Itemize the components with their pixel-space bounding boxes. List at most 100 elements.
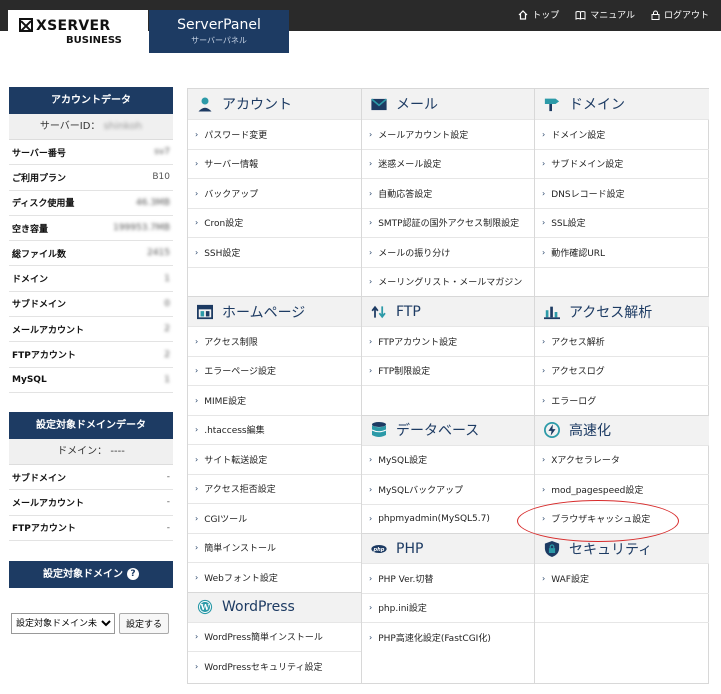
menu-item[interactable]: › アクセス拒否設定 [188, 473, 362, 504]
menu-item[interactable]: › SSH設定 [188, 237, 362, 267]
nav-top-link[interactable]: トップ [518, 8, 559, 21]
menu-item-label: SMTP認証の国外アクセス制限設定 [378, 219, 520, 230]
menu-column-2: メール › メールアカウント設定 › 迷惑メール設定 › 自動応答設定 › SMTP認証の国外ア… [361, 89, 535, 683]
panel-subtitle: サーバーパネル [191, 36, 247, 45]
menu-item[interactable]: › アクセス解析 [535, 326, 709, 356]
chevron-right-icon: › [369, 336, 373, 346]
menu-column-1: アカウント › パスワード変更 › サーバー情報 › バックアップ › Cron設定 › SSH設定… [188, 89, 362, 683]
menu-item[interactable]: › パスワード変更 [188, 119, 362, 149]
menu-item-label: php.ini設定 [378, 604, 427, 615]
nav-logout-link[interactable]: ログアウト [651, 8, 709, 21]
menu-item[interactable]: › PHP Ver.切替 [362, 563, 534, 593]
menu-item[interactable]: › Webフォント設定 [188, 562, 362, 592]
menu-item-label: mod_pagespeed設定 [551, 485, 644, 496]
menu-item[interactable]: › MySQLバックアップ [362, 474, 534, 504]
menu-item[interactable]: › エラーログ [535, 385, 709, 415]
sidebar-row-key: メールアカウント [12, 325, 85, 336]
menu-item-label: アクセス制限 [204, 337, 258, 348]
category-title: アクセス解析 [569, 304, 653, 321]
menu-item-label: アクセス解析 [551, 337, 605, 348]
sidebar-row: FTPアカウント 2 [9, 342, 173, 368]
database-icon [371, 422, 387, 438]
menu-item[interactable]: › サイト転送設定 [188, 444, 362, 474]
category-header: データベース [362, 414, 534, 445]
svg-text:php: php [373, 546, 385, 552]
menu-item-label: Cron設定 [204, 219, 244, 230]
menu-item[interactable]: › アクセスログ [535, 355, 709, 386]
nav-manual-link[interactable]: マニュアル [575, 8, 635, 21]
domain-select-dropdown[interactable]: 設定対象ドメイン未 [11, 613, 115, 634]
menu-item[interactable]: › MIME設定 [188, 385, 362, 415]
menu-item[interactable]: › 簡単インストール [188, 532, 362, 563]
menu-item[interactable]: › 動作確認URL [535, 237, 709, 267]
chevron-right-icon: › [369, 573, 373, 583]
chevron-right-icon: › [542, 455, 546, 465]
menu-item[interactable]: › SSL設定 [535, 207, 709, 238]
sidebar-row-value: 2 [164, 324, 170, 335]
menu-item[interactable]: › MySQL設定 [362, 444, 534, 475]
menu-item[interactable]: › php.ini設定 [362, 592, 534, 623]
chevron-right-icon: › [369, 603, 373, 613]
lock-icon [651, 10, 660, 20]
menu-item[interactable]: › phpmyadmin(MySQL5.7) [362, 503, 534, 534]
menu-item[interactable]: › WAF設定 [535, 563, 709, 593]
menu-item[interactable]: › バックアップ [188, 178, 362, 208]
menu-item[interactable]: › 自動応答設定 [362, 178, 534, 208]
menu-item-label: 動作確認URL [551, 248, 606, 259]
sidebar-row: サブドメイン - [9, 465, 173, 491]
set-domain-button[interactable]: 設定する [119, 613, 170, 634]
menu-item[interactable]: › Cron設定 [188, 207, 362, 238]
menu-item[interactable]: › Xアクセラレータ [535, 444, 709, 475]
menu-item-label: Xアクセラレータ [551, 456, 620, 467]
menu-item-label: パスワード変更 [204, 130, 268, 141]
sidebar-row-key: 空き容量 [12, 224, 49, 235]
menu-item[interactable]: › メーリングリスト・メールマガジン [362, 266, 534, 297]
menu-item[interactable]: › メールアカウント設定 [362, 119, 534, 149]
menu-item-label: サブドメイン設定 [551, 160, 624, 171]
sidebar-row: サブドメイン 0 [9, 292, 173, 318]
menu-item[interactable]: › 迷惑メール設定 [362, 148, 534, 179]
menu-item[interactable]: › WordPressセキュリティ設定 [188, 651, 362, 681]
sidebar-row-value: 46.3MB [136, 197, 170, 208]
menu-item[interactable]: › サブドメイン設定 [535, 148, 709, 179]
menu-item[interactable]: › DNSレコード設定 [535, 178, 709, 208]
menu-item[interactable]: › メールの振り分け [362, 237, 534, 267]
domain-select-title: 設定対象ドメイン? [9, 561, 173, 588]
server-id-row: サーバーID： shinkoh [9, 114, 173, 140]
category-title: ホームページ [222, 304, 306, 321]
mail-icon [371, 96, 387, 112]
menu-item[interactable]: › FTP制限設定 [362, 355, 534, 386]
nav-top-label: トップ [532, 11, 560, 21]
menu-item[interactable]: › エラーページ設定 [188, 355, 362, 386]
php-icon: php [371, 541, 387, 557]
chevron-right-icon: › [195, 632, 199, 642]
sidebar-row-value: sv7 [154, 147, 170, 158]
menu-item[interactable]: › FTPアカウント設定 [362, 326, 534, 356]
menu-item[interactable]: › SMTP認証の国外アクセス制限設定 [362, 207, 534, 238]
category-title: メール [396, 97, 438, 113]
menu-item[interactable]: › mod_pagespeed設定 [535, 474, 709, 504]
menu-item[interactable]: › PHP高速化設定(FastCGI化) [362, 622, 534, 652]
chevron-right-icon: › [195, 336, 199, 346]
menu-item[interactable]: › アクセス制限 [188, 326, 362, 356]
category-header: php PHP [362, 533, 534, 563]
menu-grid: アカウント › パスワード変更 › サーバー情報 › バックアップ › Cron設定 › SSH設定… [187, 88, 709, 684]
menu-item[interactable]: › サーバー情報 [188, 148, 362, 179]
menu-item-label: phpmyadmin(MySQL5.7) [378, 513, 490, 524]
chevron-right-icon: › [369, 129, 373, 139]
xserver-business-logo[interactable]: XSERVER BUSINESS [8, 10, 148, 53]
menu-item[interactable]: › ドメイン設定 [535, 119, 709, 149]
menu-item-label: アクセスログ [551, 367, 605, 378]
server-panel-badge: ServerPanel サーバーパネル [149, 10, 289, 53]
menu-item-empty [535, 266, 709, 297]
domain-select-title-text: 設定対象ドメイン [43, 569, 123, 580]
menu-item[interactable]: › .htaccess編集 [188, 414, 362, 445]
chevron-right-icon: › [369, 455, 373, 465]
sidebar-row-value: 1 [164, 273, 170, 284]
menu-item[interactable]: › CGIツール [188, 503, 362, 533]
nav-logout-label: ログアウト [663, 11, 709, 21]
category-title: アカウント [222, 97, 292, 113]
menu-item[interactable]: › WordPress簡単インストール [188, 621, 362, 652]
help-icon[interactable]: ? [127, 568, 139, 580]
menu-column-3: ドメイン › ドメイン設定 › サブドメイン設定 › DNSレコード設定 › SSL設定 › 動作確… [535, 89, 709, 683]
